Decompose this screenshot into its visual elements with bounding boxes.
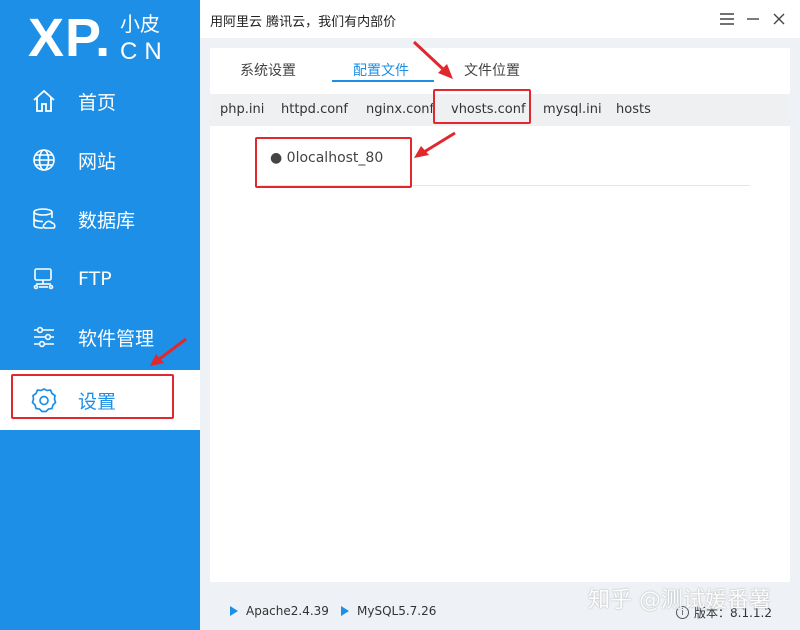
sidebar-item-settings[interactable]: 设置 (0, 370, 200, 430)
subtab-httpd-conf[interactable]: httpd.conf (281, 102, 348, 117)
active-tab-underline (332, 80, 434, 82)
close-icon[interactable] (768, 8, 790, 30)
sidebar-item-website[interactable]: 网站 (0, 131, 200, 189)
gear-icon (30, 386, 58, 414)
sidebar-item-database[interactable]: 数据库 (0, 190, 200, 248)
globe-icon (30, 146, 58, 174)
database-icon (30, 205, 58, 233)
file-name: 0localhost_80 (286, 150, 384, 166)
content-area: 系统设置 配置文件 文件位置 php.ini httpd.conf nginx.… (200, 38, 800, 630)
sidebar-item-ftp[interactable]: FTP (0, 250, 200, 308)
subtab-php-ini[interactable]: php.ini (220, 102, 264, 117)
home-icon (30, 87, 58, 115)
sidebar-item-home[interactable]: 首页 (0, 72, 200, 130)
title-bar: 用阿里云 腾讯云，我们有内部价 (200, 0, 800, 38)
play-icon (341, 606, 349, 616)
sidebar-item-label: FTP (78, 268, 112, 290)
sidebar-item-label: 软件管理 (78, 327, 155, 350)
subtab-nginx-conf[interactable]: nginx.conf (366, 102, 434, 117)
top-tabs: 系统设置 配置文件 文件位置 (210, 48, 790, 90)
logo-small-text: 小皮 (120, 12, 160, 36)
config-file-tabs: php.ini httpd.conf nginx.conf vhosts.con… (210, 94, 790, 126)
app-logo: XP. 小皮 CN (28, 8, 198, 70)
divider (260, 185, 750, 186)
watermark: 知乎 @测试媛番薯 (588, 588, 771, 613)
subtab-hosts[interactable]: hosts (616, 102, 651, 117)
menu-icon[interactable] (716, 8, 738, 30)
mysql-version: MySQL5.7.26 (357, 604, 437, 618)
ftp-icon (30, 265, 58, 293)
sliders-icon (30, 323, 58, 351)
tab-system-settings[interactable]: 系统设置 (240, 60, 296, 80)
sidebar-item-label: 首页 (78, 91, 117, 114)
sidebar-item-label: 网站 (78, 150, 117, 173)
apache-status[interactable]: Apache2.4.39 (230, 604, 329, 618)
sidebar: XP. 小皮 CN 首页 网站 数据库 FTP 软件管理 设置 (0, 0, 200, 630)
logo-domain: CN (120, 38, 169, 65)
sidebar-item-software[interactable]: 软件管理 (0, 308, 200, 366)
settings-panel: 系统设置 配置文件 文件位置 php.ini httpd.conf nginx.… (210, 48, 790, 582)
logo-brand: XP. (28, 8, 112, 68)
subtab-vhosts-conf[interactable]: vhosts.conf (451, 102, 526, 117)
sidebar-item-label: 数据库 (78, 209, 136, 232)
mysql-status[interactable]: MySQL5.7.26 (341, 604, 436, 618)
minimize-icon[interactable] (742, 8, 764, 30)
sidebar-item-label: 设置 (78, 390, 117, 413)
list-item[interactable]: ● 0localhost_80 (270, 150, 383, 166)
promo-title[interactable]: 用阿里云 腾讯云，我们有内部价 (210, 11, 396, 30)
tab-config-files[interactable]: 配置文件 (353, 60, 409, 80)
play-icon (230, 606, 238, 616)
tab-file-location[interactable]: 文件位置 (464, 60, 520, 80)
apache-version: Apache2.4.39 (246, 604, 329, 618)
subtab-mysql-ini[interactable]: mysql.ini (543, 102, 602, 117)
